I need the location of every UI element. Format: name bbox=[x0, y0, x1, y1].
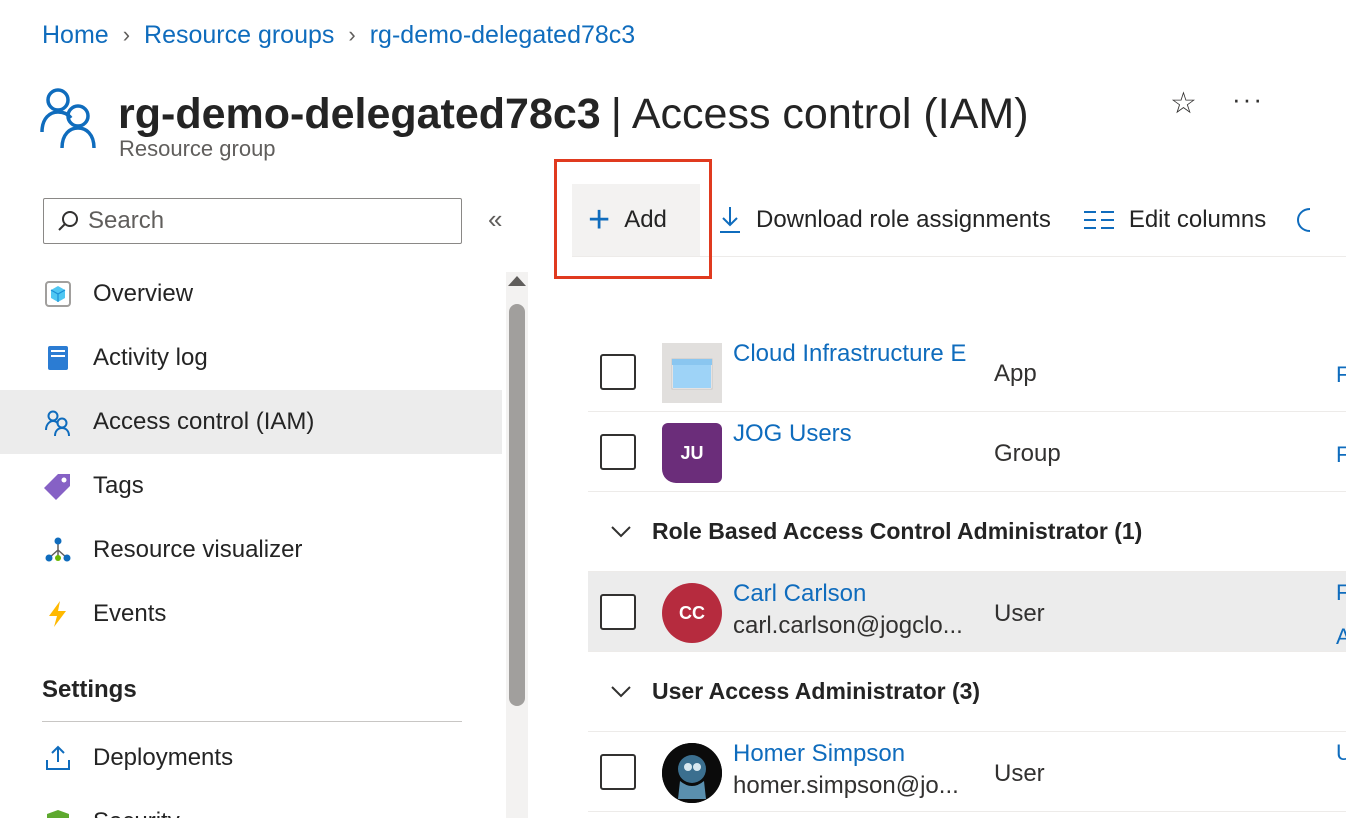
table-row[interactable]: Homer Simpson homer.simpson@jo... User U bbox=[588, 732, 1346, 812]
principal-name[interactable]: Cloud Infrastructure E bbox=[733, 340, 978, 368]
shield-icon bbox=[42, 806, 74, 818]
scope-link[interactable]: A bbox=[1336, 624, 1346, 650]
download-label: Download role assignments bbox=[756, 205, 1051, 233]
principal-type: User bbox=[994, 600, 1045, 627]
search-icon bbox=[58, 211, 78, 231]
chevron-down-icon[interactable] bbox=[610, 525, 632, 539]
role-group-header[interactable]: Role Based Access Control Administrator … bbox=[588, 492, 1346, 572]
role-group-title: Role Based Access Control Administrator … bbox=[652, 518, 1143, 544]
edit-columns-label: Edit columns bbox=[1128, 205, 1267, 233]
principal-type: App bbox=[994, 360, 1037, 387]
principal-email: carl.carlson@jogclo... bbox=[733, 612, 963, 639]
sidebar-item-activity-log[interactable]: Activity log bbox=[0, 326, 502, 390]
cube-icon bbox=[42, 278, 74, 310]
sidebar-item-deployments[interactable]: Deployments bbox=[0, 726, 502, 790]
sidebar-item-label: Tags bbox=[93, 472, 144, 499]
search-placeholder: Search bbox=[88, 207, 165, 234]
row-checkbox[interactable] bbox=[600, 354, 636, 390]
collapse-sidebar-icon[interactable]: « bbox=[488, 204, 502, 235]
avatar bbox=[662, 743, 722, 803]
sidebar-nav: Overview Activity log Access control (IA… bbox=[0, 262, 502, 646]
role-link[interactable]: U bbox=[1336, 740, 1346, 766]
sidebar-item-label: Overview bbox=[93, 280, 194, 307]
avatar: JU bbox=[662, 423, 722, 483]
sidebar-item-resource-visualizer[interactable]: Resource visualizer bbox=[0, 518, 502, 582]
settings-heading: Settings bbox=[42, 676, 137, 703]
breadcrumb-resource-group[interactable]: rg-demo-delegated78c3 bbox=[370, 21, 635, 50]
people-icon bbox=[38, 76, 102, 152]
sidebar-item-overview[interactable]: Overview bbox=[0, 262, 502, 326]
role-link[interactable]: F bbox=[1336, 580, 1346, 606]
table-row[interactable]: CC Carl Carlson carl.carlson@jogclo... U… bbox=[588, 572, 1346, 652]
principal-name[interactable]: Homer Simpson bbox=[733, 740, 978, 768]
sidebar-item-label: Deployments bbox=[93, 744, 234, 771]
download-icon bbox=[718, 205, 742, 235]
star-icon[interactable]: ☆ bbox=[1170, 86, 1197, 121]
chevron-right-icon: › bbox=[348, 22, 356, 47]
scroll-up-arrow-icon[interactable] bbox=[508, 276, 526, 286]
download-role-assignments-button[interactable]: Download role assignments bbox=[718, 205, 1051, 235]
upload-icon bbox=[42, 742, 74, 774]
row-checkbox[interactable] bbox=[600, 754, 636, 790]
role-group-title: User Access Administrator (3) bbox=[652, 678, 981, 704]
sidebar-item-tags[interactable]: Tags bbox=[0, 454, 502, 518]
search-input[interactable]: Search bbox=[43, 198, 462, 244]
table-row[interactable]: JU JOG Users Group F bbox=[588, 412, 1346, 492]
sidebar-item-security[interactable]: Security bbox=[0, 790, 502, 818]
principal-name[interactable]: JOG Users bbox=[733, 420, 978, 448]
sidebar-settings-nav: Deployments Security bbox=[0, 726, 502, 818]
avatar: CC bbox=[662, 583, 722, 643]
breadcrumb-resource-groups[interactable]: Resource groups bbox=[144, 21, 334, 50]
principal-name[interactable]: Carl Carlson bbox=[733, 580, 978, 608]
role-link[interactable]: F bbox=[1336, 442, 1346, 468]
chevron-right-icon: › bbox=[122, 22, 131, 47]
more-options-icon[interactable]: ··· bbox=[1232, 84, 1264, 115]
people-icon bbox=[42, 406, 74, 438]
tag-icon bbox=[42, 470, 74, 502]
columns-icon bbox=[1083, 208, 1115, 232]
page-title: rg-demo-delegated78c3 | Access control (IA… bbox=[118, 89, 1029, 138]
sidebar-item-events[interactable]: Events bbox=[0, 582, 502, 646]
sidebar-item-access-control[interactable]: Access control (IAM) bbox=[0, 390, 502, 454]
breadcrumb-home[interactable]: Home bbox=[42, 21, 109, 50]
table-row[interactable]: Cloud Infrastructure E App F bbox=[588, 332, 1346, 412]
lightning-icon bbox=[42, 598, 74, 630]
scrollbar-thumb[interactable] bbox=[509, 304, 525, 706]
divider bbox=[42, 721, 462, 722]
edit-columns-button[interactable]: Edit columns bbox=[1083, 206, 1266, 234]
sidebar-item-label: Security bbox=[93, 808, 180, 818]
principal-email: homer.simpson@jo... bbox=[733, 772, 959, 799]
tree-icon bbox=[42, 534, 74, 566]
chevron-down-icon[interactable] bbox=[610, 685, 632, 699]
sidebar-item-label: Access control (IAM) bbox=[93, 408, 315, 435]
principal-type: Group bbox=[994, 440, 1061, 467]
row-checkbox[interactable] bbox=[600, 434, 636, 470]
sidebar-item-label: Events bbox=[93, 600, 167, 627]
page-subtitle: Resource group bbox=[119, 136, 276, 161]
log-icon bbox=[42, 342, 74, 374]
row-checkbox[interactable] bbox=[600, 594, 636, 630]
refresh-icon[interactable] bbox=[1296, 205, 1312, 235]
principal-type: User bbox=[994, 760, 1045, 787]
breadcrumb: Home › Resource groups › rg-demo-delegat… bbox=[42, 18, 635, 52]
sidebar-item-label: Resource visualizer bbox=[93, 536, 303, 563]
role-link[interactable]: F bbox=[1336, 362, 1346, 388]
role-assignments-table: Cloud Infrastructure E App F JU JOG User… bbox=[588, 332, 1346, 812]
add-button-highlight bbox=[554, 159, 712, 279]
app-icon bbox=[662, 343, 722, 403]
sidebar-item-label: Activity log bbox=[93, 344, 208, 371]
role-group-header[interactable]: User Access Administrator (3) bbox=[588, 652, 1346, 732]
